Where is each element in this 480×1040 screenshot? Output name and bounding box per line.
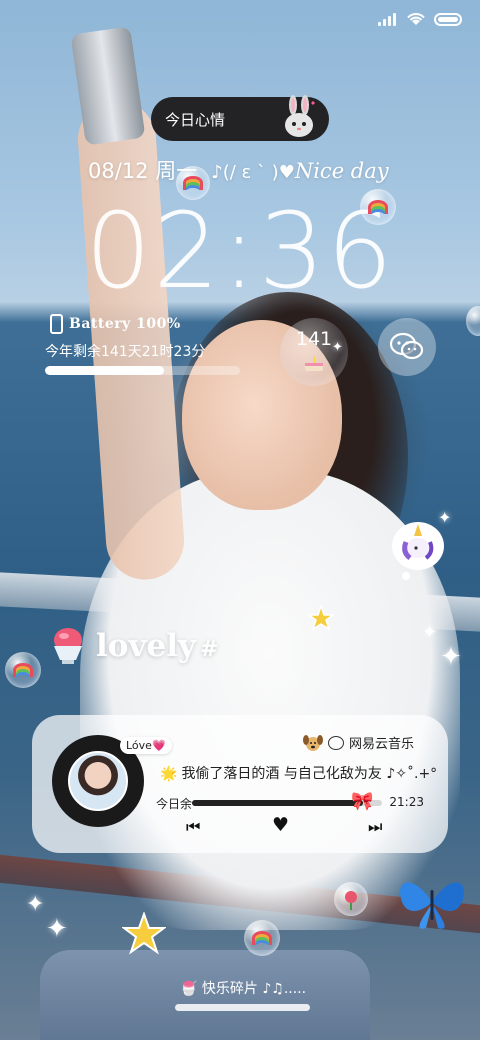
dock-label[interactable]: 🍧 快乐碎片 ♪♫.....	[180, 978, 306, 998]
clock-time[interactable]: 02:36	[80, 190, 400, 312]
rainbow-bubble-icon	[360, 189, 396, 225]
speech-bubble-icon	[327, 735, 344, 750]
rainbow-bubble-icon	[244, 920, 280, 956]
music-widget[interactable]: Lóve💗 网易云音乐 🌟 我偷了落日的酒 与自己化敌为友 ♪✧˚.+° 今日余 …	[32, 715, 448, 853]
wechat-icon	[389, 332, 424, 360]
love-tag: Lóve💗	[120, 737, 172, 754]
lovely-hash: #	[199, 636, 219, 662]
sparkle-icon: ✦	[332, 340, 343, 355]
date-line: 08/12 周一 ♪(/ ε ` )♥Nice day	[88, 155, 389, 185]
unicorn-icon	[392, 522, 444, 580]
seek-bar[interactable]: 🎀	[192, 791, 382, 812]
bow-icon[interactable]: 🎀	[351, 791, 373, 812]
sparkle-icon: ✦	[422, 622, 438, 643]
album-cover	[68, 751, 128, 811]
battery-widget: Battery 100%	[50, 314, 181, 334]
seek-fill	[192, 800, 363, 806]
greeting-text: Nice day	[294, 159, 389, 183]
rose-bubble-icon	[334, 882, 368, 916]
rainbow-bubble-icon	[5, 652, 41, 688]
signal-icon	[378, 12, 398, 26]
birthday-cake-icon	[305, 357, 323, 371]
lyric-text: 我偷了落日的酒 与自己化敌为友 ♪✧˚.+°	[181, 766, 438, 782]
status-bar	[378, 12, 462, 26]
kaomoji-text: ♪(/ ε ` )♥	[211, 162, 295, 183]
mood-widget[interactable]: 今日心情	[151, 95, 329, 141]
sparkle-icon: ✦	[26, 892, 45, 917]
source-name: 网易云音乐	[348, 737, 414, 752]
next-button[interactable]: ⏭	[368, 817, 382, 837]
time-left-label: 今日余	[156, 797, 193, 811]
lovely-word: lovely	[96, 628, 196, 664]
battery-label: Battery 100%	[69, 316, 181, 332]
wifi-icon	[407, 13, 425, 25]
playback-controls: ⏮ ♥ ⏭	[182, 814, 412, 837]
star-icon	[122, 912, 166, 955]
star-icon	[308, 605, 334, 631]
year-remaining-text: 今年剩余141天21时23分	[45, 344, 206, 360]
butterfly-icon	[400, 882, 464, 929]
sparkle-icon: ✦	[46, 914, 68, 944]
sparkle-icon: ✦	[438, 508, 452, 527]
previous-button[interactable]: ⏮	[186, 817, 200, 837]
lyric-line: 🌟 我偷了落日的酒 与自己化敌为友 ♪✧˚.+°	[160, 763, 437, 783]
year-progress-fill	[45, 366, 164, 375]
year-progress-bar	[45, 366, 240, 375]
lyric-star-icon: 🌟	[160, 766, 178, 782]
battery-icon	[434, 12, 462, 26]
lovely-sticker: lovely #	[96, 628, 218, 664]
rainbow-bubble-icon	[176, 166, 210, 200]
wechat-button[interactable]	[378, 318, 436, 376]
phone-icon	[50, 314, 63, 334]
shaved-ice-icon	[54, 628, 82, 664]
sparkle-icon: ✦	[440, 642, 462, 672]
home-indicator[interactable]	[175, 1004, 310, 1011]
dog-icon	[302, 734, 323, 751]
mood-label: 今日心情	[165, 110, 226, 129]
time-right: 21:23	[389, 795, 424, 809]
like-button[interactable]: ♥	[272, 814, 289, 836]
bunny-icon	[285, 95, 315, 137]
music-source: 网易云音乐	[302, 733, 414, 752]
